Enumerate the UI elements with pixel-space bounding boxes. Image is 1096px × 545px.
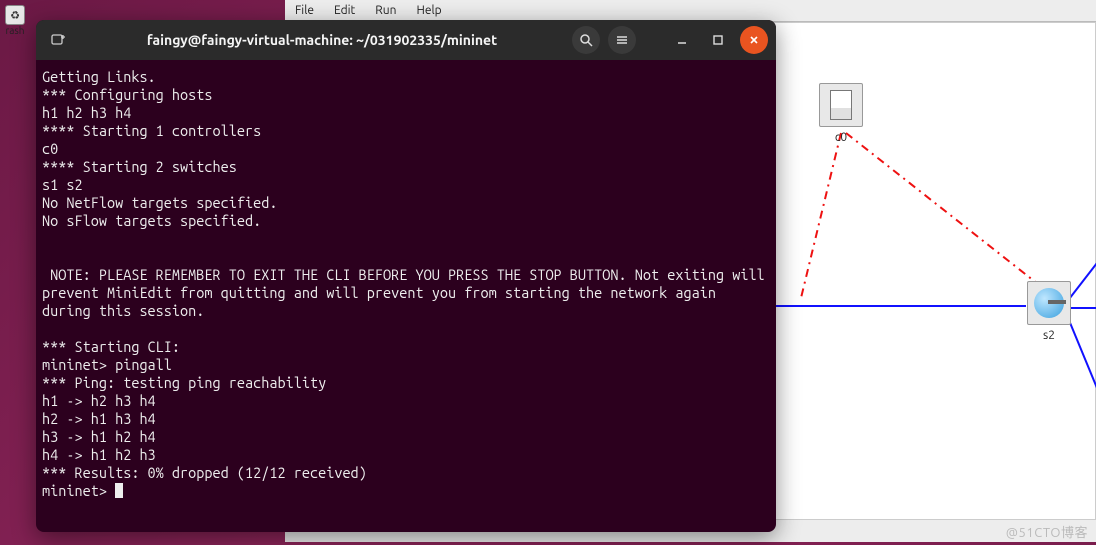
terminal-line: *** Results: 0% dropped (12/12 received) [42, 464, 770, 482]
hamburger-button[interactable] [608, 26, 636, 54]
close-icon [748, 34, 760, 46]
controller-icon [819, 83, 863, 127]
minimize-button[interactable] [668, 26, 696, 54]
terminal-line [42, 248, 770, 266]
topo-node-c0[interactable]: c0 [814, 83, 868, 144]
trash-label: rash [2, 25, 28, 36]
maximize-button[interactable] [704, 26, 732, 54]
node-label: s2 [1022, 329, 1076, 342]
terminal-window: faingy@faingy-virtual-machine: ~/0319023… [36, 20, 776, 532]
watermark: @51CTO博客 [1006, 522, 1088, 541]
recycle-icon: ♻ [5, 5, 25, 25]
terminal-line: NOTE: PLEASE REMEMBER TO EXIT THE CLI BE… [42, 266, 770, 320]
miniedit-menubar: File Edit Run Help [285, 0, 1096, 22]
terminal-line: mininet> pingall [42, 356, 770, 374]
switch-icon [1027, 281, 1071, 325]
menu-file[interactable]: File [285, 2, 324, 19]
new-tab-icon [50, 32, 66, 48]
terminal-prompt: mininet> [42, 482, 115, 499]
terminal-line: Getting Links. [42, 68, 770, 86]
terminal-line: h4 -> h1 h2 h3 [42, 446, 770, 464]
terminal-line: *** Starting CLI: [42, 338, 770, 356]
terminal-line: *** Ping: testing ping reachability [42, 374, 770, 392]
terminal-line: h3 -> h1 h2 h4 [42, 428, 770, 446]
terminal-title: faingy@faingy-virtual-machine: ~/0319023… [72, 32, 572, 48]
terminal-line [42, 230, 770, 248]
search-button[interactable] [572, 26, 600, 54]
topo-node-s2[interactable]: s2 [1022, 281, 1076, 342]
minimize-icon [675, 33, 689, 47]
hamburger-icon [615, 33, 629, 47]
terminal-line: No NetFlow targets specified. [42, 194, 770, 212]
search-icon [579, 33, 593, 47]
terminal-line: s1 s2 [42, 176, 770, 194]
terminal-line: **** Starting 2 switches [42, 158, 770, 176]
new-tab-button[interactable] [44, 26, 72, 54]
terminal-line: h1 h2 h3 h4 [42, 104, 770, 122]
close-button[interactable] [740, 26, 768, 54]
terminal-line [42, 320, 770, 338]
terminal-prompt-line[interactable]: mininet> [42, 482, 770, 500]
menu-run[interactable]: Run [365, 2, 406, 19]
trash-launcher[interactable]: ♻ rash [2, 5, 28, 47]
terminal-line: **** Starting 1 controllers [42, 122, 770, 140]
cursor-icon [115, 483, 123, 498]
menu-help[interactable]: Help [406, 2, 451, 19]
maximize-icon [712, 34, 724, 46]
terminal-output[interactable]: Getting Links.*** Configuring hostsh1 h2… [36, 60, 776, 532]
terminal-line: h1 -> h2 h3 h4 [42, 392, 770, 410]
menu-edit[interactable]: Edit [324, 2, 365, 19]
terminal-titlebar[interactable]: faingy@faingy-virtual-machine: ~/0319023… [36, 20, 776, 60]
node-label: c0 [814, 131, 868, 144]
terminal-line: *** Configuring hosts [42, 86, 770, 104]
terminal-line: h2 -> h1 h3 h4 [42, 410, 770, 428]
terminal-line: c0 [42, 140, 770, 158]
terminal-line: No sFlow targets specified. [42, 212, 770, 230]
